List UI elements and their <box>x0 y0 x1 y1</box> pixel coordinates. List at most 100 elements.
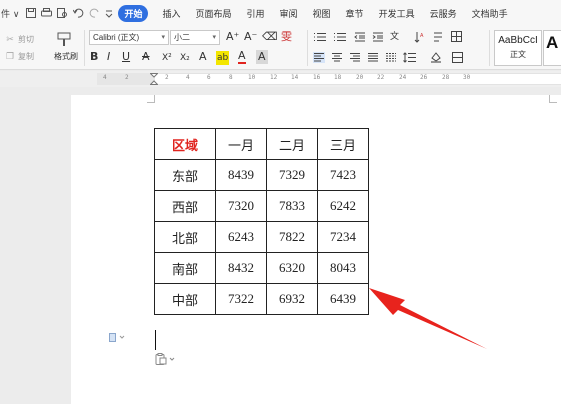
print-preview-icon[interactable] <box>57 8 68 18</box>
margin-corner <box>549 95 557 103</box>
table-cell[interactable]: 8439 <box>215 159 267 191</box>
superscript-button[interactable]: X² <box>162 51 172 65</box>
table-cell[interactable]: 7822 <box>266 221 318 253</box>
shrink-font-button[interactable]: A⁻ <box>244 30 257 44</box>
text-cursor <box>155 330 156 350</box>
paste-options-icon[interactable] <box>155 353 177 365</box>
table-row: 南部 8432 6320 8043 <box>154 252 369 284</box>
table-row: 中部 7322 6932 6439 <box>154 283 369 315</box>
divider <box>307 30 308 66</box>
tab-references[interactable]: 引用 <box>247 7 265 20</box>
document-page[interactable]: 区域 一月 二月 三月 东部 8439 7329 7423 西部 7320 78… <box>71 95 561 404</box>
table-row: 北部 6243 7822 7234 <box>154 221 369 253</box>
table-cell[interactable]: 7320 <box>215 190 267 222</box>
shading-icon[interactable] <box>430 51 444 63</box>
tab-view[interactable]: 视图 <box>313 7 331 20</box>
line-spacing-icon[interactable] <box>403 52 417 63</box>
tab-page-layout[interactable]: 页面布局 <box>195 7 231 20</box>
horizontal-ruler[interactable]: 4 2 2 4 6 8 10 12 14 16 18 20 22 24 26 2… <box>0 71 561 87</box>
font-name-select[interactable]: Calibri (正文) ▾ <box>89 30 169 45</box>
clear-format-button[interactable]: ⌫ <box>262 30 278 44</box>
table-cell[interactable]: 7234 <box>317 221 369 253</box>
table-row: 西部 7320 7833 6242 <box>154 190 369 222</box>
table-header-cell[interactable]: 一月 <box>215 128 267 160</box>
sort-icon[interactable]: A <box>414 31 424 43</box>
show-marks-icon[interactable] <box>432 32 444 42</box>
document-canvas[interactable]: 区域 一月 二月 三月 东部 8439 7329 7423 西部 7320 78… <box>0 87 561 404</box>
table-cell[interactable]: 西部 <box>154 190 216 222</box>
undo-icon[interactable] <box>73 8 84 18</box>
style-normal[interactable]: AaBbCcI 正文 <box>494 30 542 66</box>
font-color-button[interactable]: A <box>238 50 246 64</box>
table-cell[interactable]: 7322 <box>215 283 267 315</box>
highlight-button[interactable]: ab <box>216 51 230 65</box>
chevron-down-icon: ▾ <box>161 34 165 41</box>
tab-home[interactable]: 开始 <box>118 4 149 22</box>
table-cell[interactable]: 6932 <box>266 283 318 315</box>
table-cell[interactable]: 7329 <box>266 159 318 191</box>
underline-button[interactable]: U <box>122 50 130 64</box>
copy-icon: ❐ <box>5 51 15 62</box>
justify-icon[interactable] <box>367 52 379 63</box>
phonetic-guide-button[interactable]: 雯 <box>281 30 292 44</box>
tab-doc-assistant[interactable]: 文档助手 <box>472 7 508 20</box>
text-effect-button[interactable]: A <box>199 50 207 64</box>
table-cell[interactable]: 8043 <box>317 252 369 284</box>
numbering-icon[interactable] <box>333 32 347 42</box>
tab-cloud-service[interactable]: 云服务 <box>430 7 457 20</box>
tab-section[interactable]: 章节 <box>346 7 364 20</box>
table-cell[interactable]: 7423 <box>317 159 369 191</box>
char-shading-button[interactable]: A <box>256 50 268 64</box>
strikethrough-button[interactable]: A <box>142 50 150 64</box>
table-cell[interactable]: 东部 <box>154 159 216 191</box>
bullets-icon[interactable] <box>313 32 327 42</box>
table-cell[interactable]: 6439 <box>317 283 369 315</box>
table-cell[interactable]: 中部 <box>154 283 216 315</box>
customize-toolbar-icon[interactable] <box>105 8 113 18</box>
distributed-icon[interactable] <box>385 52 397 63</box>
table-row: 东部 8439 7329 7423 <box>154 159 369 191</box>
table-cell[interactable]: 8432 <box>215 252 267 284</box>
table-cell[interactable]: 北部 <box>154 221 216 253</box>
grow-font-button[interactable]: A⁺ <box>226 30 239 44</box>
chevron-down-icon: ▾ <box>212 33 216 41</box>
ribbon-toolbar: ✂ 剪切 ❐ 复制 格式刷 Calibri (正文) ▾ 小二 ▾ A⁺ A⁻ ⌫ 雯 … <box>0 26 561 70</box>
divider <box>84 30 85 66</box>
table-header-cell[interactable]: 区域 <box>154 128 216 160</box>
tab-insert[interactable]: 插入 <box>162 7 180 20</box>
char-scaling-icon[interactable]: 文 <box>390 30 399 44</box>
font-size-select[interactable]: 小二 ▾ <box>170 30 220 45</box>
redo-icon[interactable] <box>89 8 100 18</box>
table-header-cell[interactable]: 二月 <box>266 128 318 160</box>
subscript-button[interactable]: X₂ <box>180 51 190 65</box>
borders-icon[interactable] <box>451 31 462 42</box>
align-right-icon[interactable] <box>349 52 361 63</box>
save-icon[interactable] <box>26 8 37 18</box>
increase-indent-icon[interactable] <box>372 32 384 42</box>
quick-access-toolbar <box>26 8 118 18</box>
margin-corner <box>147 95 155 103</box>
table-cell[interactable]: 7833 <box>266 190 318 222</box>
style-heading[interactable]: A <box>543 30 561 66</box>
decrease-indent-icon[interactable] <box>354 32 366 42</box>
align-center-icon[interactable] <box>331 52 343 63</box>
indent-marker-icon[interactable] <box>150 73 158 85</box>
table-cell[interactable]: 6243 <box>215 221 267 253</box>
tab-developer[interactable]: 开发工具 <box>379 7 415 20</box>
table-cell[interactable]: 南部 <box>154 252 216 284</box>
table-header-row: 区域 一月 二月 三月 <box>154 128 369 160</box>
paragraph-layout-icon[interactable] <box>109 333 127 342</box>
print-icon[interactable] <box>41 8 53 18</box>
menu-bar: 件 ∨ 开始 插入 页面布局 引用 审阅 视图 章节 开发工具 云服务 文档助手 <box>0 0 561 26</box>
bold-button[interactable]: B <box>90 50 98 64</box>
table-cell[interactable]: 6242 <box>317 190 369 222</box>
data-table[interactable]: 区域 一月 二月 三月 东部 8439 7329 7423 西部 7320 78… <box>154 128 369 315</box>
table-cell[interactable]: 6320 <box>266 252 318 284</box>
file-menu[interactable]: 件 ∨ <box>1 7 19 20</box>
align-left-icon[interactable] <box>313 52 325 63</box>
tab-review[interactable]: 审阅 <box>280 7 298 20</box>
italic-button[interactable]: I <box>107 50 110 64</box>
table-borders-icon[interactable] <box>452 52 463 63</box>
format-painter-button[interactable]: 格式刷 <box>46 28 82 68</box>
table-header-cell[interactable]: 三月 <box>317 128 369 160</box>
